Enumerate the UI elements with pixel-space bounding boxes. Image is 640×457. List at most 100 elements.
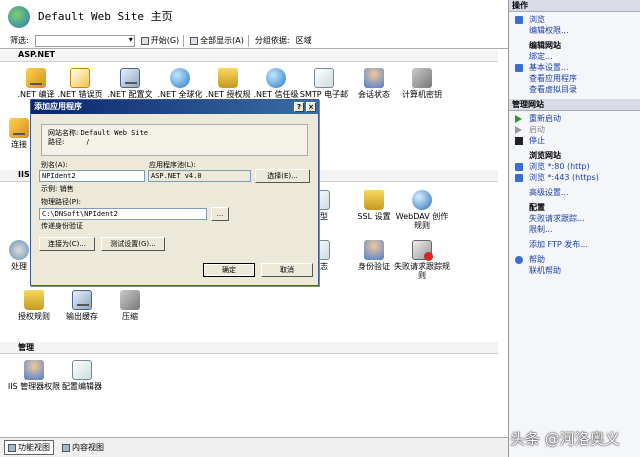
webdav-globe-icon [412, 190, 432, 210]
action-limits[interactable]: 限制... [509, 224, 640, 235]
output-cache-icon [72, 290, 92, 310]
tile-smtp[interactable]: SMTP 电子邮 [296, 68, 352, 99]
handler-icon [9, 240, 29, 260]
example-text: 示例: 销售 [41, 185, 74, 193]
warning-icon [70, 68, 90, 88]
help-question-icon[interactable]: ? [294, 102, 304, 112]
manage-site-header: 管理网站 [509, 99, 640, 111]
tile-net-error-pages[interactable]: .NET 错误页 [52, 68, 108, 99]
page-title: Default Web Site 主页 [38, 10, 173, 23]
help-icon [515, 256, 523, 264]
site-name-label: 网站名称: [48, 129, 79, 137]
action-failed-request-tracing[interactable]: 失败请求跟踪... [509, 213, 640, 224]
key-icon [412, 68, 432, 88]
config-file-icon [120, 68, 140, 88]
failed-request-icon [412, 240, 433, 261]
globe-icon [170, 68, 190, 88]
action-bindings[interactable]: 绑定... [509, 51, 640, 62]
action-view-applications[interactable]: 查看应用程序 [509, 73, 640, 84]
physical-path-label: 物理路径(P): [41, 198, 82, 206]
cancel-button[interactable]: 取消 [261, 263, 313, 277]
show-all-button[interactable]: 全部显示(A) [190, 35, 244, 46]
basic-settings-icon [515, 64, 523, 72]
filter-input[interactable] [34, 34, 135, 47]
features-view-tab[interactable]: 功能视图 [4, 440, 54, 455]
restart-icon [515, 115, 522, 123]
path-value: / [86, 138, 89, 146]
action-browse-443[interactable]: 浏览 *:443 (https) [509, 172, 640, 183]
connection-icon [9, 118, 29, 138]
compression-clamp-icon [120, 290, 140, 310]
start-filter-button[interactable]: 开始(G) [140, 35, 179, 46]
action-add-ftp[interactable]: 添加 FTP 发布... [509, 239, 640, 250]
physical-path-input[interactable]: C:\DNSoft\NPIdent2 [39, 208, 207, 220]
explore-icon [515, 16, 523, 24]
tile-compression[interactable]: 压缩 [102, 290, 158, 321]
action-basic-settings[interactable]: 基本设置... [509, 62, 640, 73]
site-info-box: 网站名称: Default Web Site 路径: / [41, 124, 308, 156]
authentication-icon [364, 240, 384, 260]
configure-heading: 配置 [529, 203, 545, 212]
session-users-icon [364, 68, 384, 88]
add-application-dialog: 添加应用程序 ? × 网站名称: Default Web Site 路径: / … [30, 99, 319, 286]
content-view-tab[interactable]: 内容视图 [58, 440, 108, 455]
connect-as-button[interactable]: 连接为(C)... [39, 237, 95, 251]
tile-net-config[interactable]: .NET 配置文 [102, 68, 158, 99]
filter-label: 筛选: [10, 36, 29, 45]
tile-failed-request-tracing[interactable]: 失败请求跟踪规则 [394, 240, 450, 280]
action-explore[interactable]: 浏览 [509, 14, 640, 25]
tile-machine-key[interactable]: 计算机密钥 [394, 68, 450, 99]
stop-icon [515, 137, 523, 145]
action-start[interactable]: 启动 [509, 124, 640, 135]
action-view-virtual-dirs[interactable]: 查看虚拟目录 [509, 84, 640, 95]
section-aspnet[interactable]: ASP.NET [0, 50, 498, 62]
test-settings-button[interactable]: 测试设置(G)... [101, 237, 165, 251]
action-restart[interactable]: 重新启动 [509, 113, 640, 124]
lock-icon [218, 68, 238, 88]
dialog-titlebar[interactable]: 添加应用程序 ? × [31, 100, 318, 114]
alias-input[interactable]: NPIdent2 [39, 170, 145, 182]
site-globe-icon [8, 6, 30, 28]
actions-header: 操作 [509, 0, 640, 12]
trust-icon [266, 68, 286, 88]
browse-80-icon [515, 163, 523, 171]
action-help[interactable]: 帮助 [509, 254, 640, 265]
alias-label: 别名(A): [41, 161, 68, 169]
action-online-help[interactable]: 联机帮助 [509, 265, 640, 276]
group-by-select[interactable]: 区域 [296, 35, 312, 46]
close-icon[interactable]: × [306, 102, 316, 112]
tile-webdav[interactable]: WebDAV 创作规则 [394, 190, 450, 230]
tile-config-editor[interactable]: 配置编辑器 [54, 360, 110, 391]
browse-path-button[interactable]: ... [211, 207, 229, 221]
features-view-icon [8, 443, 16, 452]
action-stop[interactable]: 停止 [509, 135, 640, 146]
path-label: 路径: [48, 138, 65, 146]
config-editor-icon [72, 360, 92, 380]
action-advanced-settings[interactable]: 高级设置... [509, 187, 640, 198]
site-name-value: Default Web Site [80, 129, 149, 137]
app-pool-value: ASP.NET v4.0 [148, 170, 251, 182]
binoculars-icon [140, 36, 149, 45]
action-browse-80[interactable]: 浏览 *:80 (http) [509, 161, 640, 172]
watermark: 头条 @河洛奥义 [510, 430, 620, 448]
show-all-icon [190, 36, 199, 45]
actions-pane: 操作 浏览 编辑权限... 编辑网站 绑定... 基本设置... 查看应用程序 … [508, 0, 640, 457]
ssl-lock-icon [364, 190, 384, 210]
select-pool-button[interactable]: 选择(E)... [255, 169, 310, 183]
passthrough-auth-label: 传递身份验证 [41, 222, 83, 230]
browse-443-icon [515, 174, 523, 182]
browse-site-heading: 浏览网站 [529, 151, 561, 160]
app-pool-label: 应用程序池(L): [149, 161, 196, 169]
content-view-icon [62, 443, 70, 452]
dialog-title: 添加应用程序 [34, 102, 82, 111]
manager-permissions-icon [24, 360, 44, 380]
section-manage[interactable]: 管理 [0, 342, 498, 354]
edit-site-heading: 编辑网站 [529, 41, 561, 50]
action-edit-permissions[interactable]: 编辑权限... [509, 25, 640, 36]
filter-bar: 筛选: 开始(G) 全部显示(A) 分组依据: 区域 [0, 33, 508, 49]
ok-button[interactable]: 确定 [203, 263, 255, 277]
start-icon [515, 126, 522, 134]
mail-icon [314, 68, 334, 88]
page-header: Default Web Site 主页 [0, 0, 508, 30]
view-switch-bar: 功能视图 内容视图 [0, 437, 508, 457]
